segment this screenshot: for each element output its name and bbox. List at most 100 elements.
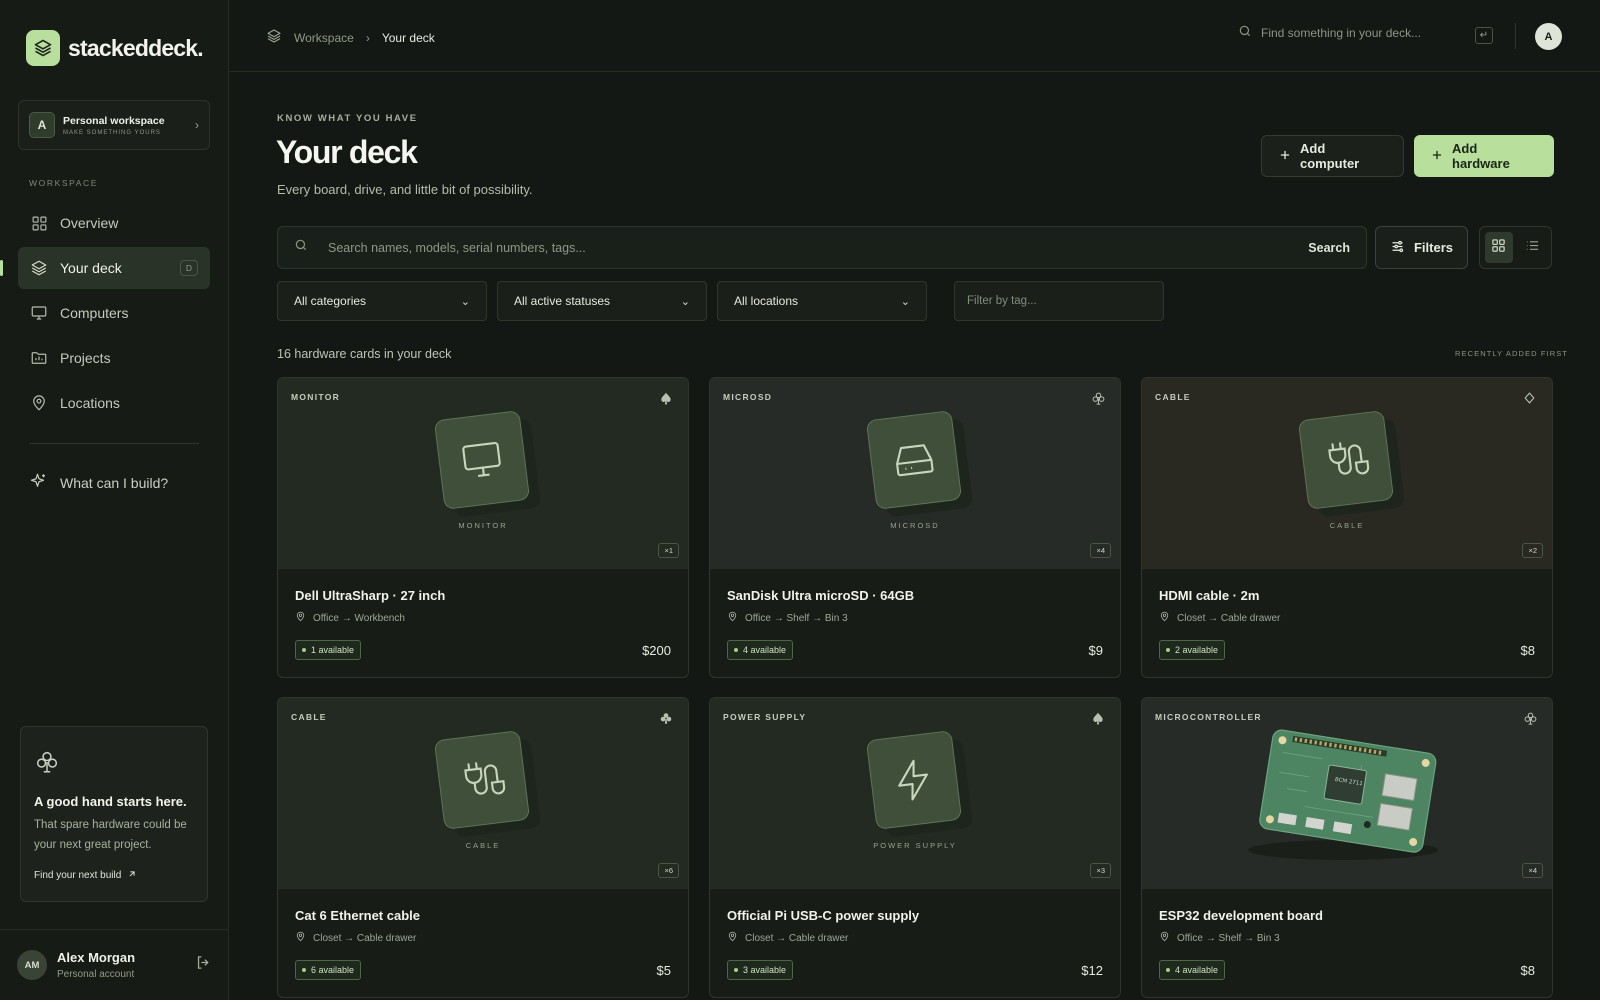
breadcrumb-current: Your deck [381, 30, 435, 45]
logout-icon[interactable] [195, 954, 212, 976]
map-pin-icon [295, 931, 306, 945]
what-can-i-build-link[interactable]: What can I build? [30, 472, 168, 493]
section-label: WORKSPACE [29, 178, 99, 188]
card-title: ESP32 development board [1159, 908, 1323, 923]
availability-text: 2 available [1175, 645, 1219, 655]
sidebar-item-locations[interactable]: Locations [18, 382, 210, 424]
tile-label: POWER SUPPLY [873, 841, 957, 850]
tag-filter-input[interactable]: Filter by tag... [954, 281, 1164, 321]
plus-icon [1278, 148, 1292, 165]
promo-link-label: Find your next build [34, 870, 122, 881]
map-pin-icon [295, 611, 306, 625]
status-select-value: All active statuses [514, 294, 611, 308]
card-title: Dell UltraSharp · 27 inch [295, 588, 446, 603]
card-details: ESP32 development board Office → Shelf →… [1142, 888, 1552, 997]
add-computer-label: Add computer [1300, 141, 1360, 171]
monitor-icon [30, 304, 48, 322]
add-hardware-button[interactable]: Add hardware [1414, 135, 1554, 177]
hardware-card[interactable]: MONITOR MONITOR ×1 Dell UltraSharp · 27 … [277, 377, 689, 678]
map-pin-icon [1159, 611, 1170, 625]
status-select[interactable]: All active statuses ⌄ [497, 281, 707, 321]
location-select[interactable]: All locations ⌄ [717, 281, 927, 321]
sliders-icon [1390, 239, 1405, 257]
search-placeholder: Search names, models, serial numbers, ta… [328, 240, 586, 255]
club-icon [1091, 391, 1106, 407]
sidebar: stackeddeck. A Personal workspace MAKE S… [0, 0, 229, 1000]
page-subtitle: Every board, drive, and little bit of po… [277, 182, 533, 197]
sidebar-item-label: Locations [60, 395, 120, 411]
grid-icon [1491, 238, 1506, 258]
status-badge: 3 available [727, 960, 794, 980]
filters-label: Filters [1413, 240, 1453, 255]
card-details: SanDisk Ultra microSD · 64GB Office → Sh… [710, 568, 1120, 677]
filters-button[interactable]: Filters [1375, 226, 1468, 269]
status-dot [302, 968, 306, 972]
card-category: CABLE [1155, 392, 1191, 402]
location-text: Office → Workbench [313, 612, 405, 624]
grid-icon [30, 214, 48, 232]
sidebar-item-your-deck[interactable]: Your deck D [0, 247, 210, 289]
avatar[interactable]: A [1535, 23, 1562, 50]
breadcrumb-workspace[interactable]: Workspace [294, 31, 354, 45]
search-icon [294, 238, 308, 257]
location-text: Closet → Cable drawer [313, 932, 417, 944]
quantity-badge: ×4 [1522, 863, 1543, 878]
sparkle-icon [30, 472, 48, 493]
card-location: Closet → Cable drawer [295, 931, 416, 945]
view-toggle [1479, 226, 1552, 269]
promo-title: A good hand starts here. [34, 794, 187, 809]
card-visual: MICROCONTROLLER BCM 2711 ×4 [1142, 698, 1552, 888]
hardware-card[interactable]: MICROCONTROLLER BCM 2711 ×4 ESP32 develo… [1141, 697, 1553, 998]
divider [1515, 23, 1516, 49]
status-dot [302, 648, 306, 652]
workspace-switcher[interactable]: A Personal workspace MAKE SOMETHING YOUR… [18, 100, 210, 150]
hardware-card[interactable]: CABLE CABLE ×2 HDMI cable · 2m Closet → … [1141, 377, 1553, 678]
card-title: SanDisk Ultra microSD · 64GB [727, 588, 915, 603]
lightning-icon [865, 730, 963, 830]
category-select-value: All categories [294, 294, 367, 308]
build-link-label: What can I build? [60, 474, 169, 491]
status-dot [734, 648, 738, 652]
card-price: $9 [1088, 643, 1103, 658]
sidebar-item-label: Computers [60, 305, 129, 321]
list-view-button[interactable] [1519, 232, 1547, 263]
availability-text: 4 available [1175, 965, 1219, 975]
brand-logo[interactable]: stackeddeck. [26, 30, 204, 66]
global-search-placeholder: Find something in your deck... [1261, 25, 1422, 40]
sort-label[interactable]: RECENTLY ADDED FIRST [1455, 349, 1568, 358]
club-icon [1523, 711, 1538, 727]
search-button[interactable]: Search [1308, 241, 1350, 255]
card-visual: MICROSD MICROSD ×4 [710, 378, 1120, 568]
page-title: Your deck [276, 134, 418, 170]
chevron-right-icon: › [365, 30, 370, 45]
sidebar-item-computers[interactable]: Computers [18, 292, 210, 334]
category-select[interactable]: All categories ⌄ [277, 281, 487, 321]
stack-logo-icon [26, 30, 60, 66]
club-icon [34, 751, 60, 779]
global-search[interactable]: Find something in your deck... [1238, 24, 1421, 41]
find-build-link[interactable]: Find your next build [34, 869, 194, 882]
sidebar-item-overview[interactable]: Overview [18, 202, 210, 244]
shortcut-badge: D [179, 260, 198, 276]
hardware-card[interactable]: MICROSD MICROSD ×4 SanDisk Ultra microSD… [709, 377, 1121, 678]
card-location: Office → Shelf → Bin 3 [727, 611, 848, 625]
drive-icon [865, 410, 963, 510]
tag-filter-placeholder: Filter by tag... [967, 295, 1037, 307]
sidebar-item-label: Overview [60, 215, 119, 231]
map-pin-icon [1159, 931, 1170, 945]
tile-label: MICROSD [890, 521, 940, 530]
grid-view-button[interactable] [1485, 232, 1513, 263]
layers-icon [266, 28, 282, 47]
chevron-down-icon: ⌄ [900, 295, 910, 308]
map-pin-icon [727, 611, 738, 625]
tile-label: CABLE [465, 841, 501, 850]
hardware-card[interactable]: CABLE CABLE ×6 Cat 6 Ethernet cable Clos… [277, 697, 689, 998]
avatar[interactable]: AM [17, 950, 47, 980]
plug-icon [1297, 410, 1395, 510]
search-input[interactable]: Search names, models, serial numbers, ta… [277, 226, 1367, 269]
hardware-card[interactable]: POWER SUPPLY POWER SUPPLY ×3 Official Pi… [709, 697, 1121, 998]
add-computer-button[interactable]: Add computer [1261, 135, 1404, 177]
promo-card: A good hand starts here. That spare hard… [20, 726, 208, 902]
sidebar-item-projects[interactable]: Projects [18, 337, 210, 379]
card-category: MONITOR [291, 392, 341, 402]
